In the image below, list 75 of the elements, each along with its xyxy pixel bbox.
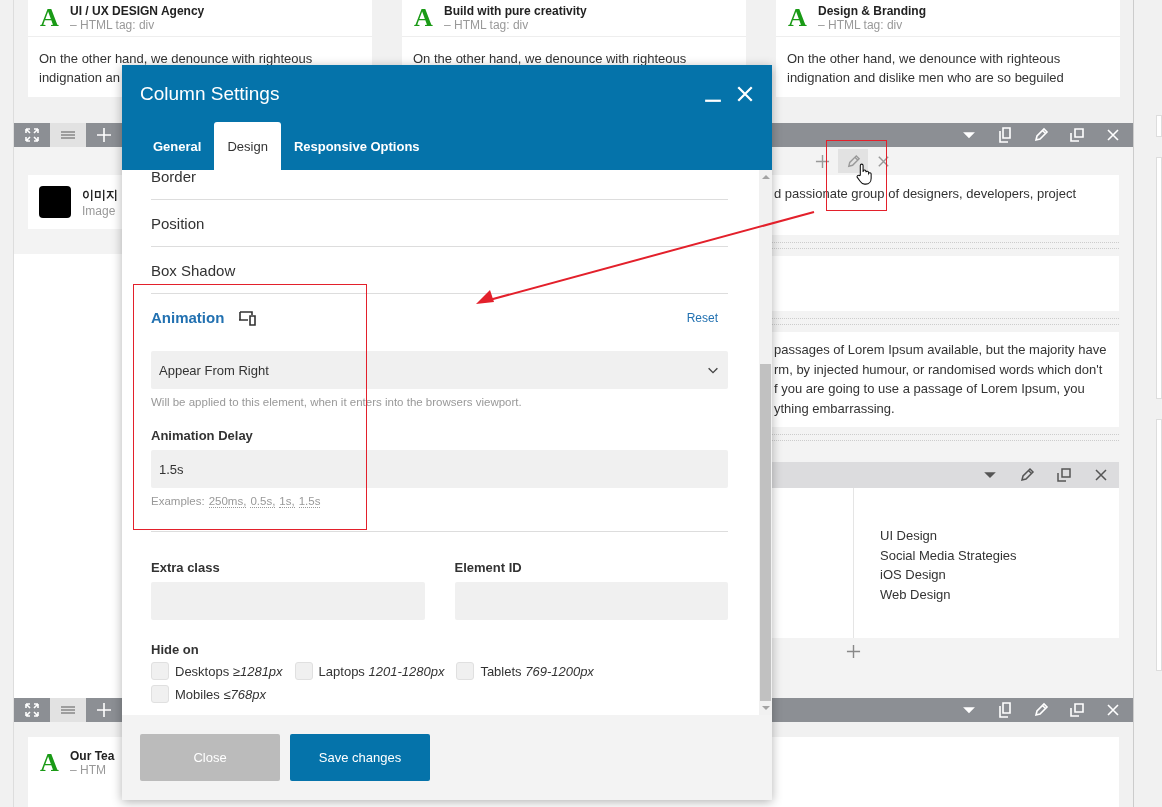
example-value[interactable]: 0.5s,	[250, 495, 276, 508]
reset-link[interactable]: Reset	[686, 310, 728, 325]
pencil-icon[interactable]	[1019, 467, 1035, 484]
field-label: Hide on	[151, 642, 200, 657]
tab[interactable]: Design	[214, 122, 281, 170]
text-element-icon: A	[414, 3, 432, 33]
service-item: UI Design	[880, 527, 939, 546]
checkbox[interactable]	[456, 662, 475, 680]
section-title: Animation	[151, 309, 225, 326]
example-value[interactable]: 1s,	[279, 495, 295, 508]
element-title: Build with pure creativity	[444, 4, 587, 18]
field-label: Element ID	[454, 560, 523, 575]
copy-icon[interactable]	[997, 702, 1013, 718]
copy-icon[interactable]	[997, 127, 1013, 144]
field-label: Animation Delay	[151, 428, 254, 443]
service-item: Social Media Strategies	[880, 546, 1017, 565]
plus-icon[interactable]	[846, 643, 861, 659]
section-header[interactable]: Border	[151, 170, 728, 200]
pencil-icon[interactable]	[1033, 127, 1049, 144]
checkbox[interactable]	[151, 685, 169, 703]
service-item: Web Design	[880, 585, 952, 604]
element-subtitle: – HTML tag: div	[818, 18, 904, 32]
checkbox-label: Laptops 1201-1280px	[318, 663, 445, 679]
example-value[interactable]: 250ms,	[208, 495, 247, 508]
checkbox-label: Desktops ≥1281px	[175, 663, 283, 679]
element-text: passages of Lorem Ipsum available, but the majority have	[774, 341, 1108, 360]
element-subtitle: – HTML tag: div	[444, 18, 530, 32]
element-text: f you are going to use a passage of Lorem Ipsum, you	[774, 380, 1086, 399]
scrollbar-thumb[interactable]	[760, 364, 771, 701]
text-element-icon: A	[40, 748, 58, 778]
side-panel	[1156, 115, 1162, 137]
scrollbar[interactable]	[759, 170, 772, 715]
expand-icon[interactable]	[24, 127, 40, 144]
checkbox-label: Tablets 769-1200px	[480, 663, 594, 679]
element-subtitle: – HTML tag: div	[70, 18, 156, 32]
element-text: indignation an	[39, 69, 121, 87]
devices-icon[interactable]	[238, 309, 259, 326]
element-text: rm, by injected humour, or randomised words which don't	[774, 360, 1104, 379]
element-text: ything embarrassing.	[774, 399, 896, 418]
plus-icon[interactable]	[815, 153, 830, 169]
pencil-icon[interactable]	[1033, 702, 1049, 718]
element-title: Design & Branding	[818, 4, 926, 18]
checkbox[interactable]	[151, 662, 169, 680]
tab[interactable]: General	[140, 122, 215, 170]
section-header[interactable]: Position	[151, 200, 728, 247]
checkbox[interactable]	[294, 662, 313, 680]
section-header[interactable]: Box Shadow	[151, 247, 728, 294]
image-thumbnail	[39, 186, 71, 219]
element-title: UI / UX DESIGN Agency	[70, 4, 205, 18]
field-label: Extra class	[151, 560, 221, 575]
example-value[interactable]: 1.5s	[298, 495, 321, 508]
edit-button[interactable]	[838, 149, 868, 174]
element-text: On the other hand, we denounce with righteous	[787, 50, 1062, 68]
element-subtitle: – HTM	[70, 763, 107, 777]
element-title: Our Tea	[70, 749, 115, 763]
text-element-icon: A	[40, 3, 58, 33]
pencil-icon	[845, 153, 861, 169]
dialog-title: Column Settings	[140, 82, 280, 105]
element-title: 이미지	[82, 186, 118, 204]
checkbox-label: Mobiles ≤768px	[175, 686, 266, 702]
clone-icon[interactable]	[1056, 467, 1072, 484]
tab[interactable]: Responsive Options	[280, 122, 433, 170]
service-item: iOS Design	[880, 566, 947, 585]
close-icon[interactable]	[736, 84, 754, 103]
help-text: Examples:	[151, 495, 205, 508]
element-text: indignation and dislike men who are so beguiled	[787, 69, 1065, 87]
animation-select[interactable]: Appear From Right	[151, 351, 728, 389]
save-button[interactable]: Save changes	[290, 734, 430, 781]
expand-icon[interactable]	[24, 702, 40, 718]
text-element-icon: A	[788, 3, 806, 33]
element-subtitle: Image	[82, 203, 117, 218]
element-text: On the other hand, we denounce with righteous	[39, 50, 314, 68]
delay-input[interactable]: 1.5s	[151, 450, 728, 488]
close-icon[interactable]	[1105, 702, 1121, 718]
element-text: On the other hand, we denounce with righteous	[413, 50, 688, 68]
